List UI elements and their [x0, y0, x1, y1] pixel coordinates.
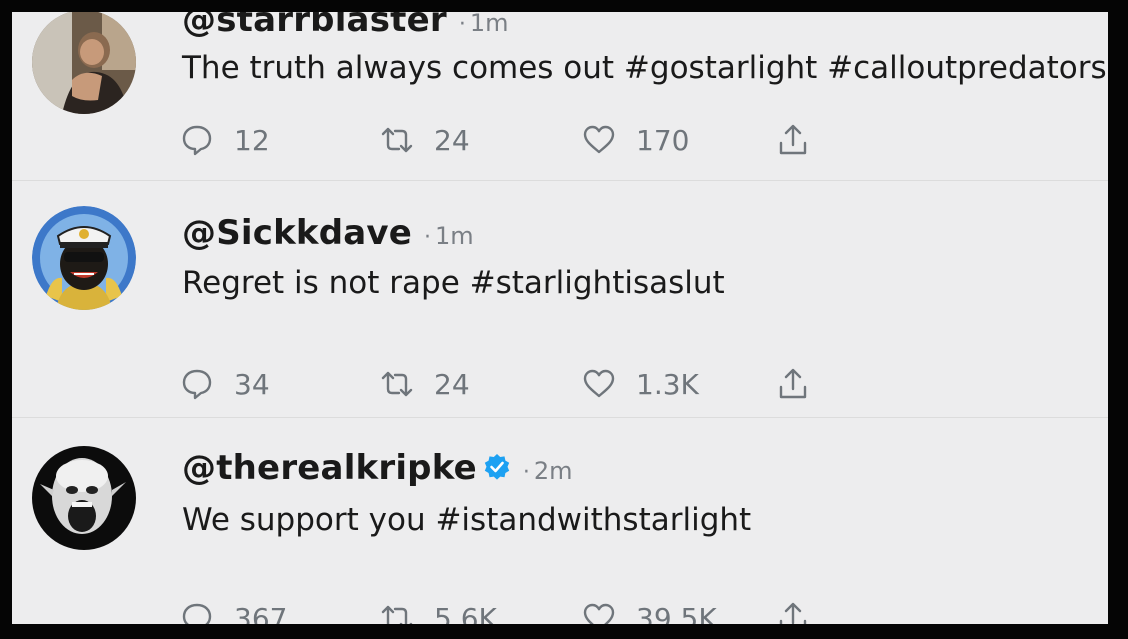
retweet-button[interactable]: 5.6K	[380, 598, 497, 624]
reply-button[interactable]: 34	[180, 364, 270, 404]
tweet[interactable]: @Sickkdave · 1m Regret is not rape #starli…	[12, 180, 1108, 417]
reply-icon	[182, 369, 212, 400]
tweet-actions: 367 5.6K 39.5K	[180, 598, 880, 624]
like-count: 170	[636, 123, 690, 157]
reply-count: 34	[234, 367, 270, 401]
retweet-count: 24	[434, 123, 470, 157]
share-icon	[779, 602, 807, 624]
like-count: 1.3K	[636, 367, 699, 401]
tweet-text: Regret is not rape #starlightisaslut	[182, 265, 725, 301]
avatar[interactable]	[32, 12, 136, 114]
separator-dot: ·	[522, 460, 530, 485]
heart-icon	[583, 603, 615, 624]
reply-count: 367	[234, 601, 288, 625]
like-button[interactable]: 170	[582, 120, 689, 160]
retweet-count: 5.6K	[434, 601, 497, 625]
retweet-icon	[381, 605, 413, 624]
tweet[interactable]: @starrblaster · 1m The truth always comes …	[12, 12, 1108, 180]
retweet-count: 24	[434, 367, 470, 401]
separator-dot: ·	[424, 225, 432, 250]
timestamp[interactable]: 1m	[435, 222, 474, 250]
user-handle[interactable]: @therealkripke	[182, 448, 477, 488]
like-button[interactable]: 39.5K	[582, 598, 717, 624]
timeline: @starrblaster · 1m The truth always comes …	[12, 12, 1108, 624]
verified-badge-icon	[484, 454, 510, 480]
reply-count: 12	[234, 123, 270, 157]
reply-icon	[182, 125, 212, 156]
share-icon	[779, 368, 807, 399]
reply-button[interactable]: 367	[180, 598, 287, 624]
tweet-text: The truth always comes out #gostarlight …	[182, 50, 1107, 86]
heart-icon	[583, 369, 615, 398]
share-button[interactable]	[776, 364, 810, 404]
tweet-text: We support you #istandwithstarlight	[182, 502, 752, 538]
retweet-button[interactable]: 24	[380, 364, 470, 404]
timestamp[interactable]: 2m	[534, 457, 573, 485]
reply-icon	[182, 603, 212, 624]
like-count: 39.5K	[636, 601, 717, 625]
reply-button[interactable]: 12	[180, 120, 270, 160]
retweet-icon	[381, 371, 413, 397]
retweet-button[interactable]: 24	[380, 120, 470, 160]
avatar[interactable]	[32, 446, 136, 550]
user-handle[interactable]: @Sickkdave	[182, 213, 412, 253]
timestamp[interactable]: 1m	[470, 12, 509, 37]
tweet-header: @therealkripke · 2m	[182, 448, 573, 488]
tweet-actions: 34 24 1.3K	[180, 364, 880, 404]
heart-icon	[583, 125, 615, 154]
tweet-header: @starrblaster · 1m	[182, 12, 508, 40]
like-button[interactable]: 1.3K	[582, 364, 699, 404]
retweet-icon	[381, 127, 413, 153]
share-button[interactable]	[776, 598, 810, 624]
tweet-actions: 12 24 170	[180, 120, 880, 160]
avatar[interactable]	[32, 206, 136, 310]
user-handle[interactable]: @starrblaster	[182, 12, 447, 40]
separator-dot: ·	[458, 12, 466, 37]
tweet-header: @Sickkdave · 1m	[182, 213, 474, 253]
share-button[interactable]	[776, 120, 810, 160]
share-icon	[779, 124, 807, 155]
tweet[interactable]: @therealkripke · 2m We support you #istand…	[12, 417, 1108, 624]
